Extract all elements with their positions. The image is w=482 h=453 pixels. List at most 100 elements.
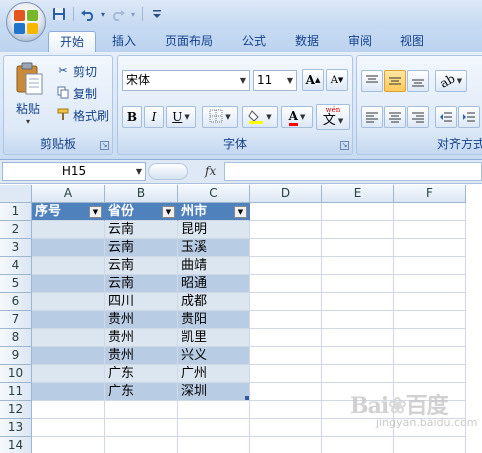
formula-bar-resize-handle[interactable] — [148, 163, 188, 180]
fill-color-button[interactable]: ▼ — [242, 106, 278, 128]
filter-dropdown-icon[interactable]: ▼ — [89, 206, 102, 218]
undo-dropdown-icon[interactable]: ▾ — [99, 5, 107, 23]
cell-b10[interactable]: 广东 — [105, 365, 178, 383]
row-header-1[interactable]: 1 — [0, 203, 32, 221]
cell-a11[interactable] — [32, 383, 105, 401]
cell-b5[interactable]: 云南 — [105, 275, 178, 293]
align-bottom-button[interactable] — [407, 70, 429, 92]
paste-button[interactable]: 粘贴 ▾ — [16, 100, 40, 126]
column-header-c[interactable]: C — [178, 185, 250, 203]
cell-e6[interactable] — [322, 293, 394, 311]
cell-b11[interactable]: 广东 — [105, 383, 178, 401]
align-center-button[interactable] — [384, 106, 406, 128]
align-top-button[interactable] — [361, 70, 383, 92]
font-color-button[interactable]: A ▼ — [281, 106, 313, 128]
cell-d14[interactable] — [250, 437, 322, 453]
cell-a6[interactable] — [32, 293, 105, 311]
cell-d9[interactable] — [250, 347, 322, 365]
cell-d5[interactable] — [250, 275, 322, 293]
orientation-button[interactable]: ab ▼ — [435, 70, 467, 92]
row-header-7[interactable]: 7 — [0, 311, 32, 329]
cell-e1[interactable] — [322, 203, 394, 221]
cell-f10[interactable] — [394, 365, 466, 383]
cell-b13[interactable] — [105, 419, 178, 437]
row-header-9[interactable]: 9 — [0, 347, 32, 365]
cell-f4[interactable] — [394, 257, 466, 275]
column-header-b[interactable]: B — [105, 185, 178, 203]
cell-d8[interactable] — [250, 329, 322, 347]
cell-b9[interactable]: 贵州 — [105, 347, 178, 365]
cell-f14[interactable] — [394, 437, 466, 453]
name-box[interactable]: H15 ▼ — [2, 162, 146, 181]
cell-c12[interactable] — [178, 401, 250, 419]
cell-d2[interactable] — [250, 221, 322, 239]
cell-f2[interactable] — [394, 221, 466, 239]
italic-button[interactable]: I — [144, 106, 164, 128]
cell-e9[interactable] — [322, 347, 394, 365]
font-launcher-icon[interactable]: ↘ — [340, 141, 349, 150]
tab-page-layout[interactable]: 页面布局 — [156, 31, 222, 52]
cell-f3[interactable] — [394, 239, 466, 257]
table-resize-handle[interactable] — [245, 396, 249, 400]
cell-c7[interactable]: 贵阳 — [178, 311, 250, 329]
filter-dropdown-icon[interactable]: ▼ — [162, 206, 175, 218]
column-header-d[interactable]: D — [250, 185, 322, 203]
cell-a9[interactable] — [32, 347, 105, 365]
cell-a10[interactable] — [32, 365, 105, 383]
font-size-combo[interactable]: 11 ▼ — [253, 70, 297, 91]
cell-b4[interactable]: 云南 — [105, 257, 178, 275]
column-header-a[interactable]: A — [32, 185, 105, 203]
save-icon[interactable] — [50, 5, 68, 23]
format-painter-button[interactable]: 格式刷 — [56, 106, 109, 124]
cell-d12[interactable] — [250, 401, 322, 419]
cell-c6[interactable]: 成都 — [178, 293, 250, 311]
cell-f5[interactable] — [394, 275, 466, 293]
cell-e14[interactable] — [322, 437, 394, 453]
cell-c10[interactable]: 广州 — [178, 365, 250, 383]
cell-b7[interactable]: 贵州 — [105, 311, 178, 329]
cell-d7[interactable] — [250, 311, 322, 329]
cell-d3[interactable] — [250, 239, 322, 257]
cell-d1[interactable] — [250, 203, 322, 221]
row-header-2[interactable]: 2 — [0, 221, 32, 239]
grow-font-button[interactable]: A ▲ — [302, 69, 324, 91]
row-header-6[interactable]: 6 — [0, 293, 32, 311]
insert-function-button[interactable]: fx — [205, 164, 216, 178]
cell-b12[interactable] — [105, 401, 178, 419]
font-name-combo[interactable]: 宋体 ▼ — [122, 70, 250, 91]
cell-a5[interactable] — [32, 275, 105, 293]
formula-input[interactable] — [224, 162, 482, 181]
cell-c13[interactable] — [178, 419, 250, 437]
cell-e4[interactable] — [322, 257, 394, 275]
cell-a14[interactable] — [32, 437, 105, 453]
select-all-corner[interactable] — [0, 185, 32, 203]
redo-dropdown-icon[interactable]: ▾ — [129, 5, 137, 23]
tab-review[interactable]: 审阅 — [340, 31, 380, 52]
cell-a2[interactable] — [32, 221, 105, 239]
row-header-3[interactable]: 3 — [0, 239, 32, 257]
underline-button[interactable]: U ▼ — [166, 106, 196, 128]
undo-icon[interactable] — [79, 5, 97, 23]
decrease-indent-button[interactable] — [435, 106, 457, 128]
cell-c2[interactable]: 昆明 — [178, 221, 250, 239]
cell-d11[interactable] — [250, 383, 322, 401]
cell-e7[interactable] — [322, 311, 394, 329]
column-header-e[interactable]: E — [322, 185, 394, 203]
row-header-4[interactable]: 4 — [0, 257, 32, 275]
cell-b8[interactable]: 贵州 — [105, 329, 178, 347]
cell-d10[interactable] — [250, 365, 322, 383]
cell-a8[interactable] — [32, 329, 105, 347]
clipboard-launcher-icon[interactable]: ↘ — [100, 141, 109, 150]
cell-c14[interactable] — [178, 437, 250, 453]
cell-b3[interactable]: 云南 — [105, 239, 178, 257]
cut-button[interactable]: ✂ 剪切 — [56, 62, 97, 80]
tab-view[interactable]: 视图 — [392, 31, 432, 52]
align-middle-button[interactable] — [384, 70, 406, 92]
cell-d6[interactable] — [250, 293, 322, 311]
cell-a4[interactable] — [32, 257, 105, 275]
align-right-button[interactable] — [407, 106, 429, 128]
cell-f6[interactable] — [394, 293, 466, 311]
paste-icon[interactable] — [14, 62, 44, 96]
cell-a7[interactable] — [32, 311, 105, 329]
cell-e5[interactable] — [322, 275, 394, 293]
